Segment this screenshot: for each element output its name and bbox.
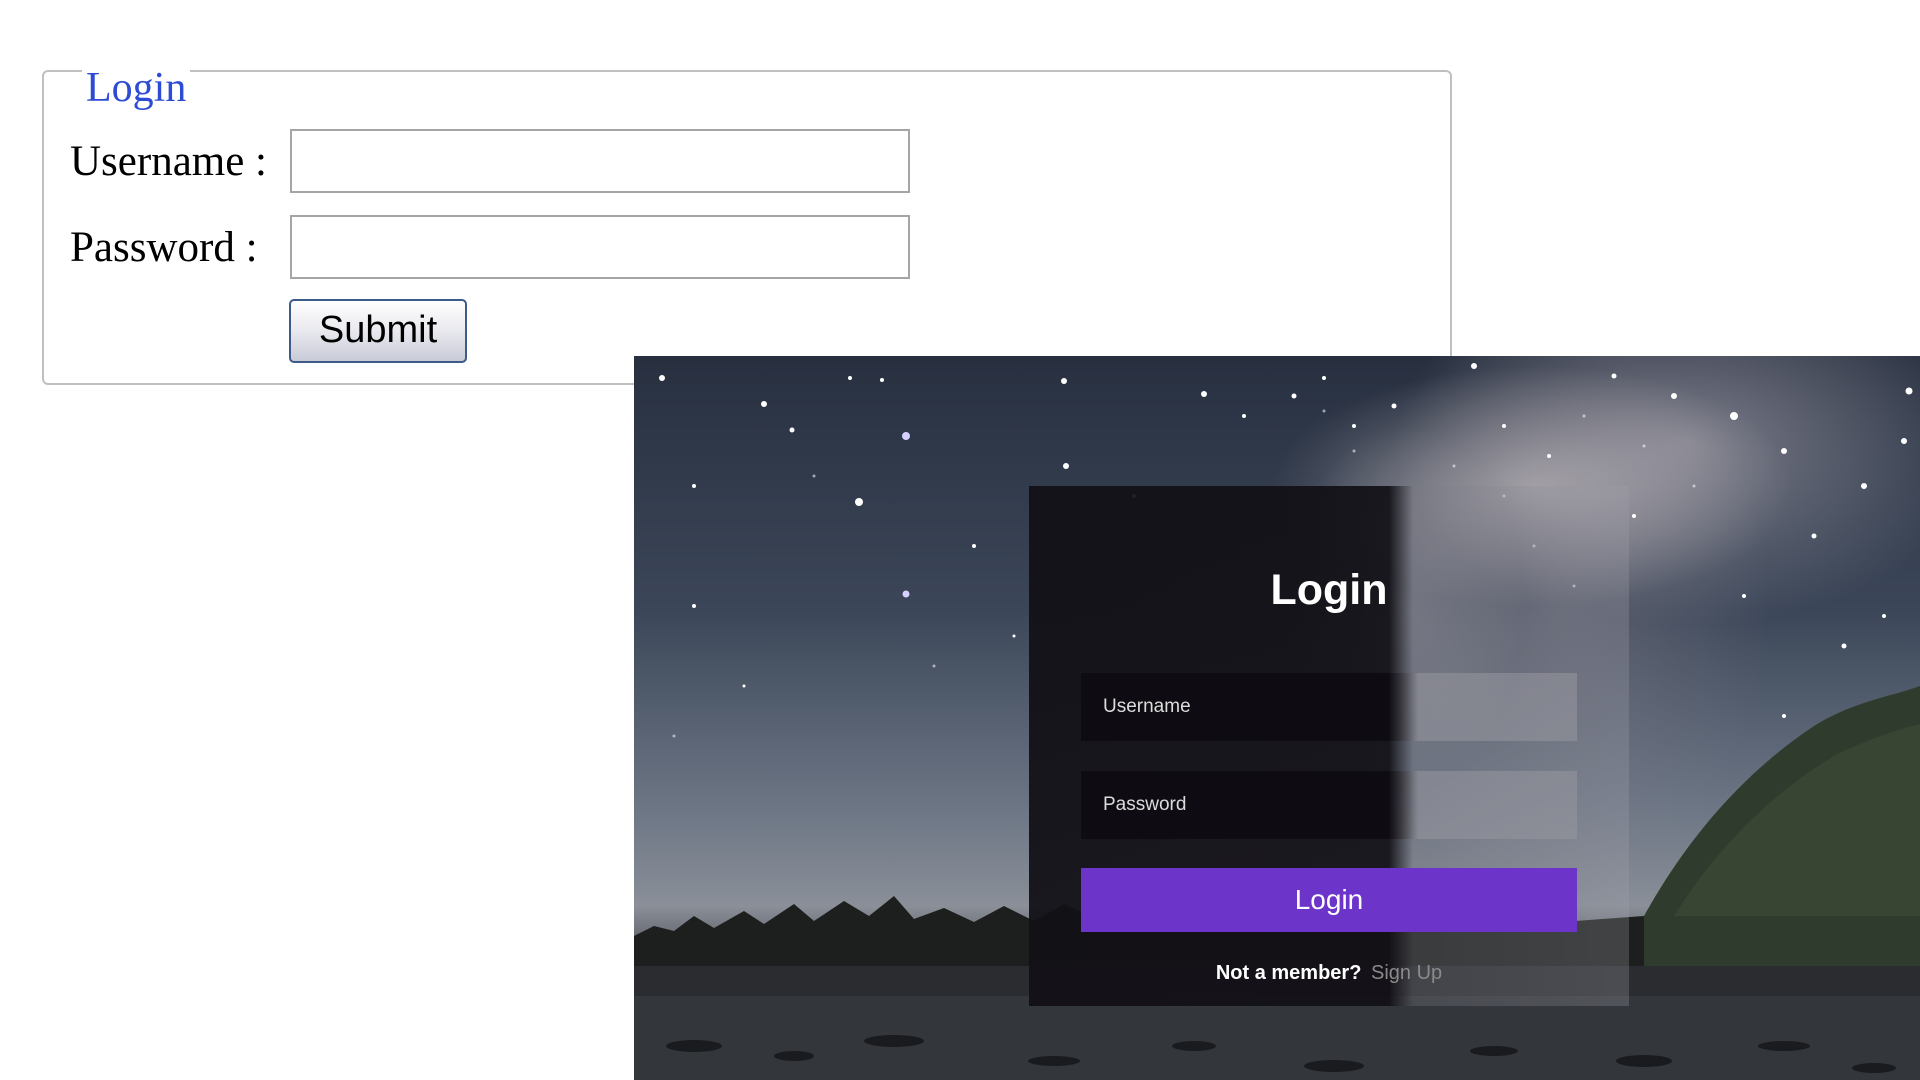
sign-up-link[interactable]: Sign Up bbox=[1371, 962, 1442, 984]
signup-prompt: Not a member? Sign Up bbox=[1029, 962, 1629, 985]
password-label: Password : bbox=[70, 223, 258, 271]
submit-button[interactable]: Submit bbox=[289, 299, 467, 363]
styled-username-input[interactable] bbox=[1081, 673, 1577, 741]
login-card: Login Login Not a member? Sign Up bbox=[1029, 486, 1629, 1006]
login-card-title: Login bbox=[1270, 566, 1388, 614]
username-label: Username : bbox=[70, 137, 268, 185]
username-row: Username : bbox=[70, 129, 910, 193]
styled-login-button[interactable]: Login bbox=[1081, 868, 1577, 932]
password-input[interactable] bbox=[290, 215, 910, 279]
starry-login-page: Login Login Not a member? Sign Up bbox=[634, 356, 1920, 1080]
plain-login-legend: Login bbox=[82, 66, 191, 110]
password-row: Password : bbox=[70, 215, 910, 279]
styled-password-input[interactable] bbox=[1081, 771, 1577, 839]
not-member-text: Not a member? bbox=[1215, 962, 1362, 984]
username-input[interactable] bbox=[290, 129, 910, 193]
plain-login-fieldset: Login Username : Password : Submit bbox=[42, 66, 1452, 385]
